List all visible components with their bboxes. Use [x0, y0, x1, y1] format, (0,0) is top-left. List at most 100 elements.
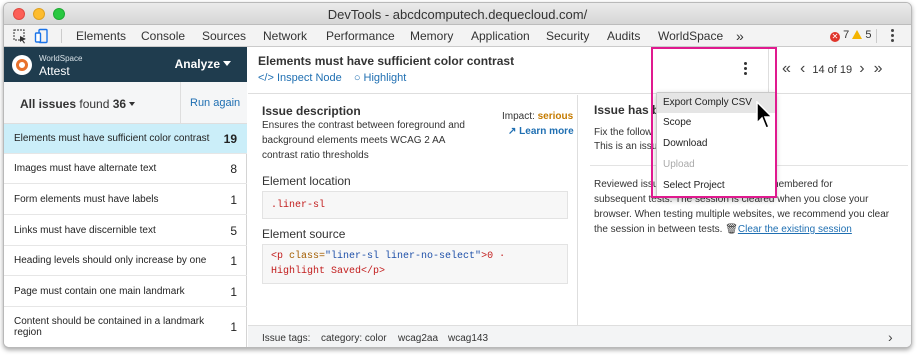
issue-list-item[interactable]: Content should be contained in a landmar…	[4, 308, 247, 347]
help-fix-line: Fix the follow	[594, 127, 653, 138]
highlight-icon: ○	[353, 72, 361, 84]
description-heading: Issue description	[262, 104, 361, 118]
inspect-element-icon[interactable]	[12, 28, 28, 44]
source-line-end: >0 ·	[481, 251, 506, 262]
issue-count: 1	[230, 254, 237, 268]
tags-next-icon[interactable]: ›	[888, 329, 893, 345]
issue-list-item[interactable]: Heading levels should only increase by o…	[4, 246, 247, 276]
source-tag: <p	[271, 251, 290, 262]
issue-count: 1	[230, 320, 237, 334]
devtools-menu-icon[interactable]	[891, 29, 894, 42]
tab-console[interactable]: Console	[141, 25, 185, 47]
tab-audits[interactable]: Audits	[607, 25, 640, 47]
issue-pager: « ‹ 14 of 19 › »	[782, 60, 883, 77]
next-page-icon[interactable]: ›	[859, 60, 864, 77]
tab-divider-right	[876, 29, 877, 43]
issue-description-column: Issue description Ensures the contrast b…	[248, 95, 578, 325]
filter-divider	[180, 82, 181, 124]
issue-count: 5	[230, 224, 237, 238]
tab-security[interactable]: Security	[546, 25, 589, 47]
warning-icon	[852, 30, 863, 39]
first-page-icon[interactable]: «	[782, 60, 791, 77]
issue-label: Page must contain one main landmark	[14, 286, 185, 297]
issue-list-item[interactable]: Images must have alternate text 8	[4, 154, 247, 184]
issue-title: Elements must have sufficient color cont…	[258, 54, 515, 68]
issues-sidebar: WorldSpace Attest Analyze All issues fou…	[4, 47, 247, 347]
error-count-badge[interactable]: ✕ 7 5	[830, 29, 871, 42]
issue-label: Links must have discernible text	[14, 225, 156, 236]
highlight-link[interactable]: ○ Highlight	[354, 72, 415, 84]
source-line-two: Highlight Saved</p>	[271, 266, 386, 277]
session-line-four: the session in between tests.	[594, 224, 723, 235]
issue-list-item[interactable]: Links must have discernible text 5	[4, 216, 247, 246]
tag-item: wcag143	[448, 333, 489, 344]
external-link-icon: ↗	[508, 126, 517, 137]
session-prefix: Reviewed issu	[594, 179, 659, 190]
element-location-code: .liner-sl	[262, 191, 568, 219]
worldspace-logo-icon	[12, 55, 32, 75]
mouse-pointer-icon	[756, 101, 774, 129]
menu-item-download[interactable]: Download	[657, 134, 775, 154]
impact-value: serious	[537, 111, 574, 122]
issue-total-count: 36	[112, 97, 127, 111]
element-source-code: <p class="liner-sl liner-no-select">0 · …	[262, 244, 568, 284]
tab-divider	[61, 29, 62, 43]
title-bar: DevTools - abcdcomputech.dequecloud.com/	[4, 3, 911, 25]
more-options-icon[interactable]	[744, 62, 748, 76]
tag-item: wcag2aa	[398, 333, 439, 344]
impact-label: Impact:	[502, 111, 535, 122]
clear-session-link[interactable]: Clear the existing session	[738, 224, 852, 235]
trash-icon: 🗑	[725, 224, 738, 235]
issue-list-item[interactable]: Elements must have sufficient color cont…	[4, 124, 247, 154]
inspect-node-link[interactable]: </> Inspect Node	[258, 72, 342, 84]
source-attr: class=	[289, 251, 326, 262]
device-toolbar-icon[interactable]	[34, 28, 50, 44]
menu-item-select-project[interactable]: Select Project	[657, 176, 775, 196]
more-tabs-button[interactable]: »	[736, 25, 744, 47]
issue-filter-dropdown[interactable]: All issues found 36	[20, 97, 136, 111]
error-count: 7	[843, 29, 850, 41]
brand-name: Attest	[39, 64, 70, 78]
last-page-icon[interactable]: »	[874, 60, 883, 77]
highlight-label: Highlight	[363, 72, 407, 84]
issue-label: Images must have alternate text	[14, 163, 157, 174]
session-line-three: browser. When testing multiple websites,…	[594, 209, 890, 220]
issue-filter-bar: All issues found 36 Run again	[4, 82, 247, 124]
issue-detail-panel: Elements must have sufficient color cont…	[248, 47, 911, 347]
error-icon: ✕	[830, 32, 840, 42]
devtools-tab-bar: Elements Console Sources Network Perform…	[4, 25, 911, 47]
impact-indicator: Impact: serious	[502, 111, 573, 122]
tab-performance[interactable]: Performance	[326, 25, 395, 47]
help-issue-line: This is an issu	[594, 141, 658, 152]
issue-label: Heading levels should only increase by o…	[14, 255, 207, 266]
pager-position: 14 of 19	[812, 64, 853, 76]
issue-label: Content should be contained in a landmar…	[14, 316, 205, 338]
tab-sources[interactable]: Sources	[202, 25, 246, 47]
learn-more-label: Learn more	[519, 126, 574, 137]
issue-count: 1	[230, 193, 237, 207]
window-title: DevTools - abcdcomputech.dequecloud.com/	[327, 7, 588, 22]
tab-memory[interactable]: Memory	[410, 25, 453, 47]
description-text: Ensures the contrast between foreground …	[262, 120, 465, 161]
tab-application[interactable]: Application	[471, 25, 530, 47]
filter-prefix: All issues	[20, 97, 77, 111]
issue-list-item[interactable]: Page must contain one main landmark 1	[4, 277, 247, 307]
tags-label: Issue tags:	[262, 333, 311, 344]
devtools-window: DevTools - abcdcomputech.dequecloud.com/…	[3, 2, 912, 348]
learn-more-link[interactable]: ↗ Learn more	[508, 126, 574, 137]
issue-label: Form elements must have labels	[14, 194, 159, 205]
tab-network[interactable]: Network	[263, 25, 307, 47]
issue-count: 1	[230, 285, 237, 299]
chevron-down-icon	[129, 102, 136, 106]
brand-top-label: WorldSpace	[39, 54, 83, 63]
issue-list-item[interactable]: Form elements must have labels 1	[4, 185, 247, 215]
tab-worldspace[interactable]: WorldSpace	[658, 25, 723, 47]
previous-page-icon[interactable]: ‹	[800, 60, 805, 77]
filter-found-word: found	[79, 97, 110, 111]
issue-count: 19	[223, 132, 237, 146]
run-again-button[interactable]: Run again	[190, 97, 240, 109]
issue-header: Elements must have sufficient color cont…	[248, 47, 911, 94]
element-source-heading: Element source	[262, 227, 346, 241]
analyze-menu-button[interactable]: Analyze	[175, 57, 231, 71]
tab-elements[interactable]: Elements	[76, 25, 126, 47]
